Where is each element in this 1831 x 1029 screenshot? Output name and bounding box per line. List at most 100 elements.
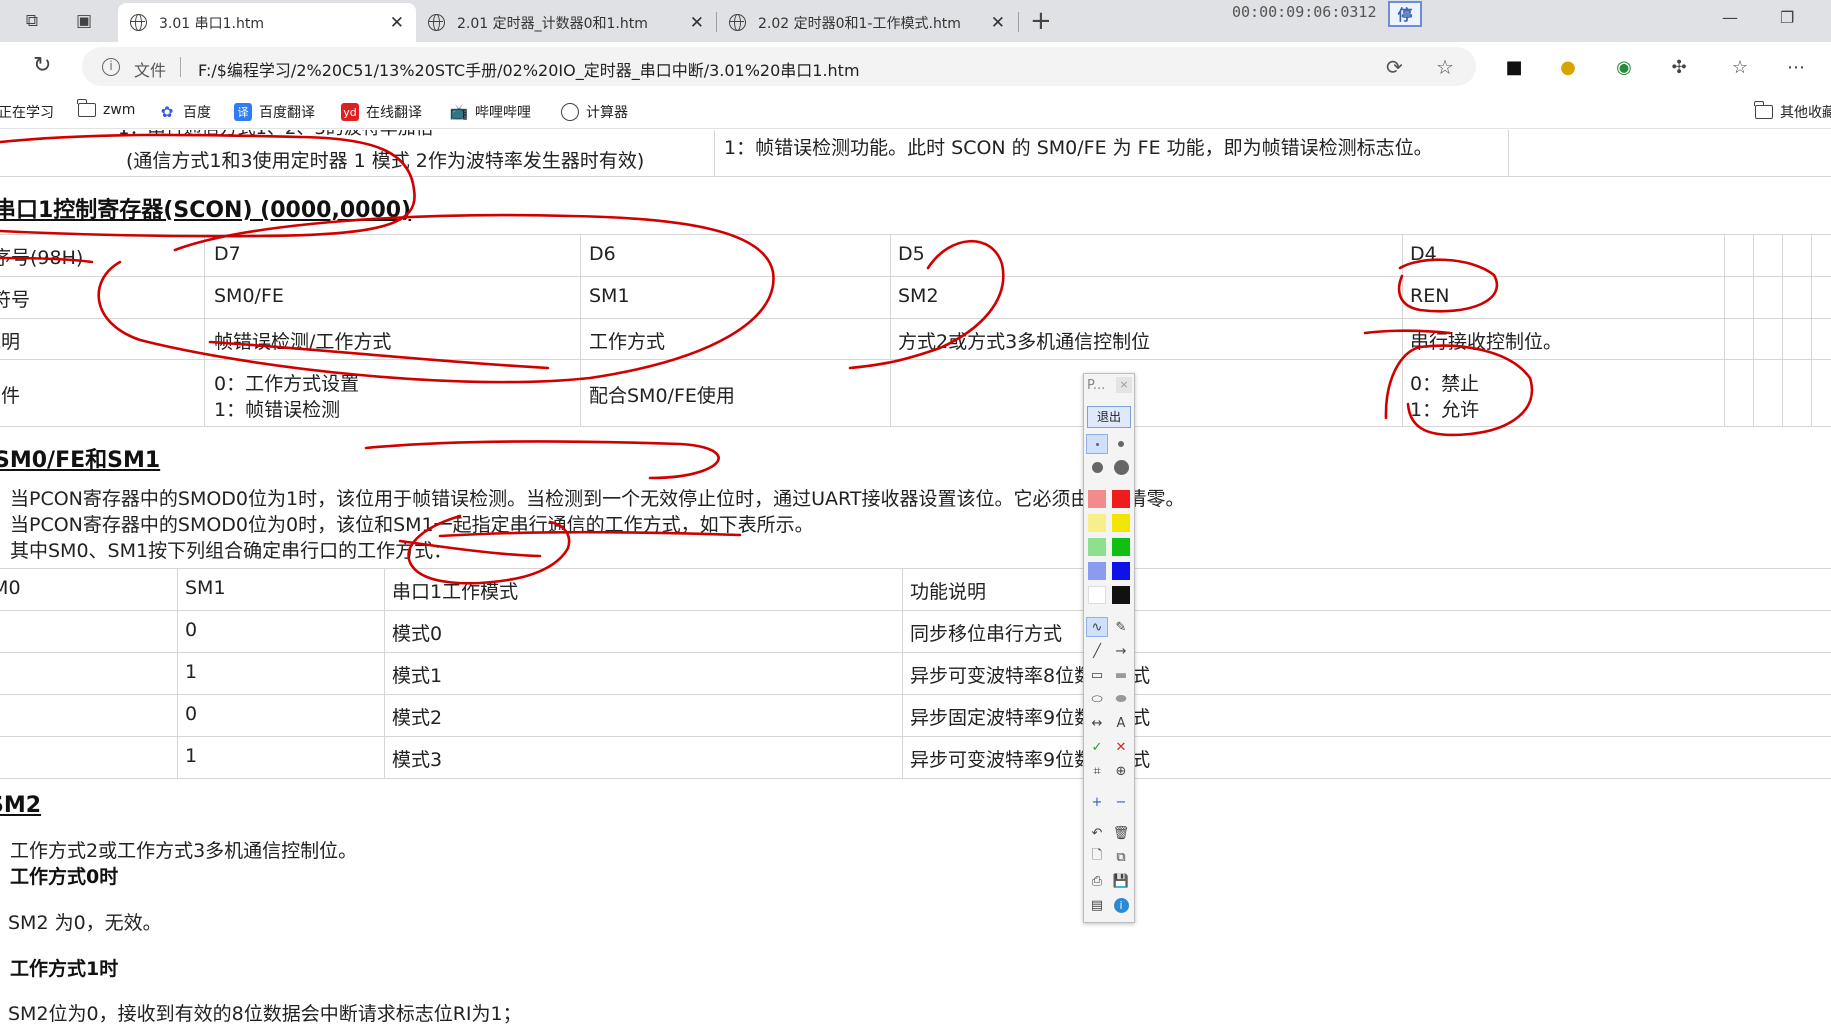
crop-icon[interactable]: ⌗ <box>1086 761 1108 781</box>
screen-icon[interactable]: ▤ <box>1086 895 1108 915</box>
color-swatch[interactable] <box>1088 586 1106 604</box>
tab-timer-modes[interactable]: 2.02 定时器0和1-工作模式.htm ✕ <box>717 3 1017 42</box>
maximize-icon[interactable]: ❐ <box>1780 8 1794 27</box>
tab-title: 2.01 定时器_计数器0和1.htm <box>457 15 648 32</box>
tab-serial1[interactable]: 3.01 串口1.htm ✕ <box>118 3 416 42</box>
extensions-puzzle-icon[interactable]: ✣ <box>1668 56 1690 78</box>
globe-icon <box>428 14 445 31</box>
bookmark-baidu[interactable]: ✿ 百度 <box>158 102 211 122</box>
info-icon[interactable]: i <box>1110 895 1132 915</box>
pen-palette[interactable]: P... × 退出 ∿ ✎ ╱ → ▭ ▬ ⬭ ⬬ ↔ A ✓ ✕ ⌗ ⊕ + … <box>1083 373 1135 923</box>
line-icon[interactable]: ╱ <box>1086 641 1108 661</box>
globe-icon <box>130 14 147 31</box>
reload-icon[interactable]: ↻ <box>33 53 51 78</box>
arrow-icon[interactable]: → <box>1110 641 1132 661</box>
youdao-icon: yd <box>341 103 359 121</box>
table-divider <box>177 568 178 778</box>
bookmark-baidu-translate[interactable]: 译百度翻译 <box>234 102 315 122</box>
ellipse-icon[interactable]: ⬭ <box>1086 689 1108 709</box>
tab-timer-counter[interactable]: 2.01 定时器_计数器0和1.htm ✕ <box>416 3 716 42</box>
bookmark-other-favorites[interactable]: 其他收藏 <box>1754 101 1831 122</box>
table-divider <box>0 318 1831 319</box>
bookmark-bilibili[interactable]: 📺 哔哩哔哩 <box>450 102 531 122</box>
color-swatch[interactable] <box>1112 562 1130 580</box>
table-cell: 态 <box>0 130 15 131</box>
zoom-icon[interactable]: ⊕ <box>1110 761 1132 781</box>
symbol-sm2: SM2 <box>898 285 939 307</box>
extension-duck-icon[interactable]: ● <box>1557 56 1579 78</box>
bookmark-label: 哔哩哔哩 <box>475 105 531 121</box>
symbol-ren: REN <box>1410 285 1450 307</box>
favorites-icon[interactable]: ☆ <box>1729 56 1751 78</box>
bookmark-label: 其他收藏 <box>1780 105 1831 121</box>
color-swatch[interactable] <box>1088 490 1106 508</box>
header-mode: 串口1工作模式 <box>392 581 519 603</box>
close-icon[interactable]: ✕ <box>690 13 704 33</box>
filled-ellipse-icon[interactable]: ⬬ <box>1110 689 1132 709</box>
table-divider <box>902 568 903 778</box>
header-sm0: SM0 <box>0 577 21 599</box>
close-icon[interactable]: ✕ <box>991 13 1005 33</box>
sm0-section-title: SM0/FE和SM1 <box>0 448 161 473</box>
cond-sm1: 配合SM0/FE使用 <box>589 385 735 407</box>
curve-pen-icon[interactable]: ∿ <box>1086 617 1108 637</box>
recorder-stop-button[interactable]: 停 <box>1388 1 1422 27</box>
more-menu-icon[interactable]: ⋯ <box>1785 56 1807 78</box>
palette-exit-button[interactable]: 退出 <box>1087 406 1131 428</box>
new-page-icon[interactable]: 🗋 <box>1086 847 1108 867</box>
table-divider <box>1753 234 1754 426</box>
filled-rectangle-icon[interactable]: ▬ <box>1110 665 1132 685</box>
minus-icon[interactable]: − <box>1110 792 1132 812</box>
color-swatch[interactable] <box>1088 538 1106 556</box>
table-divider <box>0 610 1831 611</box>
new-tab-button[interactable]: + <box>1030 6 1052 36</box>
undo-icon[interactable]: ↶ <box>1086 823 1108 843</box>
save-icon[interactable]: 💾 <box>1110 871 1132 891</box>
delete-icon[interactable]: 🗑 <box>1110 823 1132 843</box>
color-swatch[interactable] <box>1112 586 1130 604</box>
extension-globe-icon[interactable]: ◉ <box>1613 56 1635 78</box>
bookmark-online-translate[interactable]: yd 在线翻译 <box>341 102 422 122</box>
desc-sm2: 方式2或方式3多机通信控制位 <box>898 331 1151 353</box>
close-icon[interactable]: ✕ <box>390 13 404 33</box>
double-arrow-icon[interactable]: ↔ <box>1086 713 1108 733</box>
table-cell: 0 <box>185 703 198 725</box>
url-text[interactable]: F:/$编程学习/2%20C51/13%20STC手册/02%20IO_定时器_… <box>198 57 860 81</box>
workspaces-icon[interactable]: ⧉ <box>18 8 46 34</box>
favorite-star-icon[interactable]: ☆ <box>1436 55 1454 79</box>
table-divider <box>714 130 715 176</box>
pen-size-large[interactable] <box>1086 457 1108 477</box>
color-swatch[interactable] <box>1112 490 1130 508</box>
eraser-icon[interactable]: ✎ <box>1110 617 1132 637</box>
color-swatch[interactable] <box>1088 562 1106 580</box>
print-icon[interactable]: ⎙ <box>1086 871 1108 891</box>
globe-icon <box>561 103 579 121</box>
bookmark-zwm[interactable]: zwm <box>77 99 135 118</box>
color-swatch[interactable] <box>1112 514 1130 532</box>
check-icon[interactable]: ✓ <box>1086 737 1108 757</box>
sm0-paragraph-1: 当PCON寄存器中的SMOD0位为1时，该位用于帧错误检测。当检测到一个无效停止… <box>10 488 1185 510</box>
address-bar[interactable]: i 文件 F:/$编程学习/2%20C51/13%20STC手册/02%20IO… <box>82 47 1476 86</box>
info-icon[interactable]: i <box>102 58 120 76</box>
read-aloud-icon[interactable]: ⟳ <box>1386 55 1403 79</box>
table-divider <box>384 568 385 778</box>
color-swatch[interactable] <box>1112 538 1130 556</box>
bookmark-calculator[interactable]: 计算器 <box>561 102 628 122</box>
text-icon[interactable]: A <box>1110 713 1132 733</box>
bookmark-learning[interactable]: 正在学习 <box>0 102 54 122</box>
pen-size-small[interactable] <box>1086 434 1108 454</box>
symbol-sm1: SM1 <box>589 285 630 307</box>
copy-icon[interactable]: ⧉ <box>1110 847 1132 867</box>
table-divider <box>0 276 1831 277</box>
minimize-icon[interactable]: — <box>1722 8 1738 27</box>
cross-icon[interactable]: ✕ <box>1110 737 1132 757</box>
pen-size-xlarge[interactable] <box>1110 457 1132 477</box>
extension-game-icon[interactable]: ■ <box>1503 56 1525 78</box>
color-swatch[interactable] <box>1088 514 1106 532</box>
pen-size-medium[interactable] <box>1110 434 1132 454</box>
palette-close-button[interactable]: × <box>1116 377 1132 393</box>
plus-icon[interactable]: + <box>1086 792 1108 812</box>
translate-icon: 译 <box>234 103 252 121</box>
tab-actions-icon[interactable]: ▣ <box>70 8 98 34</box>
rectangle-icon[interactable]: ▭ <box>1086 665 1108 685</box>
